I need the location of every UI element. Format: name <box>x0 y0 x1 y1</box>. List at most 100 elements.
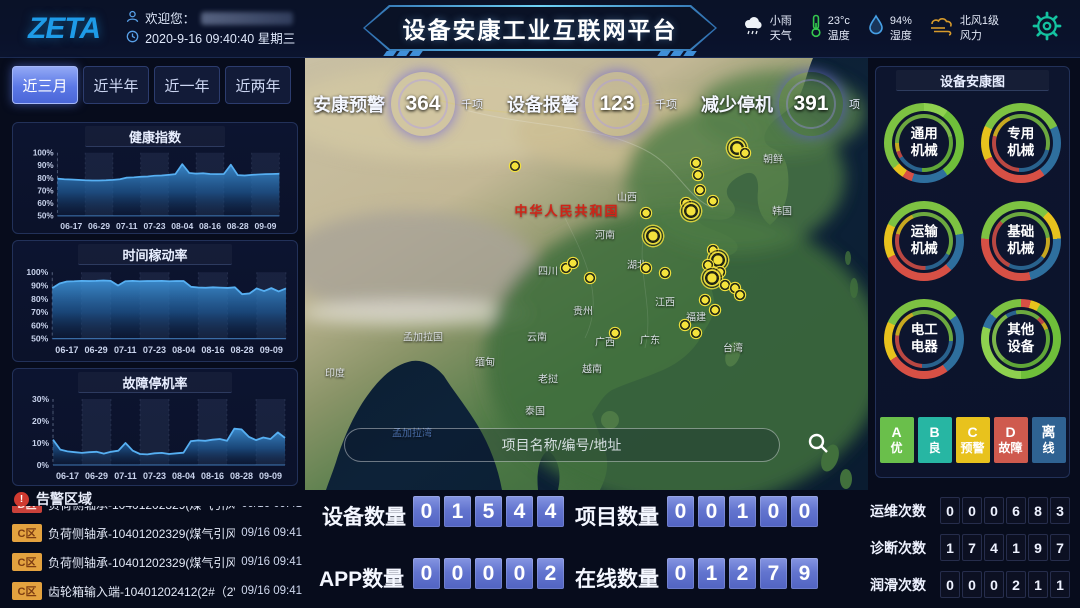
svg-text:07-11: 07-11 <box>114 471 137 481</box>
title-deco-left <box>385 51 421 56</box>
map-marker[interactable] <box>583 271 597 285</box>
digit-box: 8 <box>1028 497 1048 524</box>
digit-box: 1 <box>444 496 471 527</box>
map-marker[interactable] <box>658 266 672 280</box>
ops-count-row: 运维次数 000683 <box>870 497 1075 524</box>
username-redacted <box>201 12 293 25</box>
map-marker[interactable] <box>566 256 580 270</box>
digit-box: 7 <box>760 558 787 589</box>
map-marker[interactable] <box>738 146 752 160</box>
project-count-digits: 00100 <box>667 496 818 527</box>
alert-time: 09/16 09:41 <box>241 506 302 510</box>
map-marker[interactable] <box>693 183 707 197</box>
digit-box: 7 <box>962 534 982 561</box>
legend-item-良: B良 <box>918 417 952 463</box>
filter-2years[interactable]: 近两年 <box>225 66 291 104</box>
alerts-list: D区负荷侧轴承-10401202329(煤气引风机电...09/16 09:41… <box>12 506 302 608</box>
svg-text:08-28: 08-28 <box>231 345 254 355</box>
digit-box: 0 <box>413 496 440 527</box>
weather-humidity: 94%湿度 <box>867 14 912 44</box>
digit-box: 3 <box>1050 497 1070 524</box>
chart-title: 故障停机率 <box>78 372 231 393</box>
rain-cloud-icon <box>741 15 765 42</box>
svg-text:08-04: 08-04 <box>172 345 195 355</box>
alert-row[interactable]: C区齿轮箱输入端-10401202412(2#（2V）...09/16 09:4… <box>12 579 302 603</box>
health-grade-legend: A优B良C预警D故障离线 <box>876 417 1069 463</box>
time-utilization-chart-panel: 时间稼动率 100%90%80%70%60%50%06-1706-2907-11… <box>12 240 298 362</box>
wind-icon <box>929 16 955 41</box>
digit-box: 0 <box>506 558 533 589</box>
map-marker[interactable] <box>706 194 720 208</box>
svg-text:06-17: 06-17 <box>55 345 78 355</box>
device-count-label: 设备数量 <box>322 501 406 531</box>
svg-text:08-16: 08-16 <box>199 221 221 231</box>
diagnosis-count-row: 诊断次数 174197 <box>870 534 1075 561</box>
alert-zone-badge: D区 <box>12 506 42 513</box>
digit-box: 0 <box>984 497 1004 524</box>
health-index-chart: 100%90%80%70%60%50%06-1706-2907-1107-230… <box>16 147 294 235</box>
digit-box: 0 <box>698 496 725 527</box>
map-marker[interactable] <box>678 318 692 332</box>
settings-gear-button[interactable] <box>1032 11 1062 46</box>
digit-box: 4 <box>984 534 1004 561</box>
gauge-other-equipment: 其他设备 <box>981 299 1061 379</box>
svg-text:100%: 100% <box>33 149 55 158</box>
filter-3months[interactable]: 近三月 <box>12 66 78 104</box>
online-count-digits: 01279 <box>667 558 818 589</box>
kpi-ring: 391 <box>779 72 843 136</box>
time-utilization-chart: 100%90%80%70%60%50%06-1706-2907-1107-230… <box>16 265 294 360</box>
device-health-panel: 设备安康图 通用机械 专用机械 运输机械 基础机械 电工电器 <box>875 66 1070 478</box>
digit-box: 1 <box>940 534 960 561</box>
map-marker[interactable] <box>639 206 653 220</box>
digit-box: 0 <box>444 558 471 589</box>
ops-count-digits: 000683 <box>940 497 1070 524</box>
digit-box: 4 <box>506 496 533 527</box>
alert-time: 09/16 09:41 <box>241 585 302 597</box>
kpi-ring: 123 <box>585 72 649 136</box>
clock-icon <box>126 29 139 49</box>
map-marker[interactable] <box>691 168 705 182</box>
legend-item-故障: D故障 <box>994 417 1028 463</box>
digit-box: 0 <box>667 558 694 589</box>
map-marker[interactable] <box>641 224 665 248</box>
alert-text: 负荷侧轴承-10401202329(煤气引风机电... <box>48 525 235 542</box>
project-search-input[interactable] <box>344 428 780 462</box>
alert-zone-badge: C区 <box>12 582 42 600</box>
svg-text:50%: 50% <box>31 334 49 344</box>
downtime-rate-chart: 30%20%10%0%06-1706-2907-1107-2308-0408-1… <box>16 393 294 485</box>
svg-text:09-09: 09-09 <box>260 345 283 355</box>
filter-1year[interactable]: 近一年 <box>154 66 220 104</box>
alert-row[interactable]: C区负荷侧轴承-10401202329(煤气引风机电...09/16 09:41 <box>12 521 302 545</box>
kpi-reduced-downtime: 减少停机 391 项 <box>701 72 860 136</box>
digit-box: 2 <box>729 558 756 589</box>
legend-item-线: 离线 <box>1032 417 1066 463</box>
map-marker[interactable] <box>508 159 522 173</box>
kpi-row: 安康预警 364 千项 设备报警 123 千项 减少停机 391 项 <box>305 72 868 136</box>
digit-box: 2 <box>537 558 564 589</box>
search-icon[interactable] <box>806 431 830 460</box>
diagnosis-count-digits: 174197 <box>940 534 1070 561</box>
map-marker[interactable] <box>608 326 622 340</box>
dashboard-root: ZETA 欢迎您： 2020-9-16 09:40:40 星期三 设 <box>0 0 1080 608</box>
map-marker[interactable] <box>733 288 747 302</box>
legend-item-预警: C预警 <box>956 417 990 463</box>
svg-text:07-23: 07-23 <box>143 471 166 481</box>
filter-6months[interactable]: 近半年 <box>83 66 149 104</box>
kpi-health-warning: 安康预警 364 千项 <box>313 72 483 136</box>
svg-text:06-17: 06-17 <box>56 471 79 481</box>
alert-row[interactable]: D区负荷侧轴承-10401202329(煤气引风机电... 09/16 09:41 <box>12 506 302 516</box>
alert-text: 负荷侧轴承-10401202329(煤气引风机电... <box>48 506 235 513</box>
user-icon <box>126 9 139 29</box>
weather-wind: 北风1级风力 <box>929 14 999 44</box>
digit-box: 0 <box>760 496 787 527</box>
map-marker[interactable] <box>708 303 722 317</box>
title-banner: 设备安康工业互联网平台 <box>363 5 717 51</box>
alert-text: 负荷侧轴承-10401202329(煤气引风机电... <box>48 554 235 571</box>
map-marker[interactable] <box>679 199 703 223</box>
weather-temp: 23°c温度 <box>809 14 850 44</box>
gauge-transport-machinery: 运输机械 <box>884 201 964 281</box>
alert-row[interactable]: C区负荷侧轴承-10401202329(煤气引风机电...09/16 09:41 <box>12 550 302 574</box>
map-marker[interactable] <box>639 261 653 275</box>
alert-warning-icon: ! <box>14 492 29 507</box>
digit-box: 9 <box>791 558 818 589</box>
